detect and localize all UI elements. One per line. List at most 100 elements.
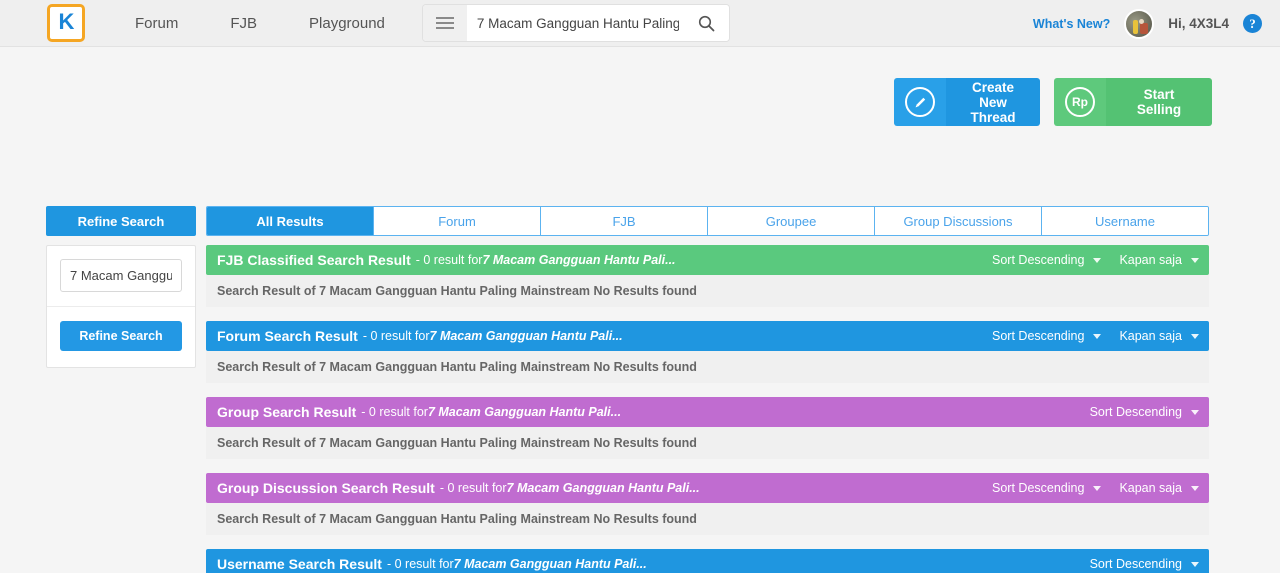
result-section: Group Search Result - 0 result for 7 Mac…	[206, 397, 1209, 459]
result-section-controls: Sort Descending	[1090, 405, 1199, 419]
result-section-query: 7 Macam Gangguan Hantu Pali...	[429, 329, 623, 343]
chevron-down-icon	[1093, 257, 1102, 263]
sort-dropdown[interactable]: Sort Descending	[1090, 405, 1199, 419]
result-section-header: Username Search Result - 0 result for 7 …	[206, 549, 1209, 573]
result-section-query: 7 Macam Gangguan Hantu Pali...	[506, 481, 700, 495]
create-new-thread-button[interactable]: Create New Thread	[894, 78, 1040, 126]
hamburger-icon[interactable]	[422, 5, 467, 41]
tab-fjb[interactable]: FJB	[541, 207, 708, 235]
result-section-header: Group Search Result - 0 result for 7 Mac…	[206, 397, 1209, 427]
tab-username[interactable]: Username	[1042, 207, 1208, 235]
refine-query-row	[47, 246, 195, 307]
result-section-header: Group Discussion Search Result - 0 resul…	[206, 473, 1209, 503]
sort-label: Sort Descending	[1089, 557, 1182, 571]
global-search	[422, 5, 729, 41]
sort-label: Sort Descending	[1089, 405, 1182, 419]
sort-dropdown[interactable]: Sort Descending	[992, 329, 1102, 343]
start-selling-button[interactable]: Rp Start Selling	[1054, 78, 1212, 126]
result-section-query: 7 Macam Gangguan Hantu Pali...	[453, 557, 647, 571]
search-icon	[699, 15, 715, 31]
time-filter-label: Kapan saja	[1119, 253, 1182, 267]
nav-item-forum-label: Forum	[135, 14, 179, 32]
chevron-down-icon	[1191, 485, 1199, 491]
result-section-title: Forum Search Result	[217, 328, 358, 344]
result-section-controls: Sort Descending Kapan saja	[992, 481, 1199, 495]
result-section-body: Search Result of 7 Macam Gangguan Hantu …	[206, 275, 1209, 307]
nav-item-fjb-label: FJB	[230, 14, 258, 32]
tab-forum[interactable]: Forum	[374, 207, 541, 235]
tab-username-label: Username	[1095, 213, 1155, 229]
start-selling-label: Start Selling	[1106, 78, 1212, 126]
top-navigation-bar: K Forum FJB Playground What's New? Hi, 4…	[0, 0, 1280, 47]
result-section-controls: Sort Descending	[1090, 557, 1199, 571]
refine-search-button[interactable]: Refine Search	[60, 321, 182, 351]
tab-all-results-label: All Results	[256, 213, 324, 229]
refine-submit-row: Refine Search	[47, 307, 195, 367]
rupiah-icon: Rp	[1065, 87, 1095, 117]
result-section-title: Group Discussion Search Result	[217, 480, 435, 496]
help-icon[interactable]: ?	[1243, 14, 1262, 33]
header-user-area: What's New? Hi, 4X3L4 ?	[1033, 0, 1262, 47]
tab-forum-label: Forum	[438, 213, 476, 229]
nav-item-playground-label: Playground	[309, 14, 385, 32]
refine-search-input[interactable]	[60, 259, 182, 292]
result-section-count: - 0 result for	[415, 253, 483, 267]
nav-item-forum[interactable]: Forum	[109, 0, 204, 47]
result-section: Group Discussion Search Result - 0 resul…	[206, 473, 1209, 535]
nav-item-fjb[interactable]: FJB	[204, 0, 283, 47]
result-section-header: Forum Search Result - 0 result for 7 Mac…	[206, 321, 1209, 351]
user-greeting[interactable]: Hi, 4X3L4	[1168, 16, 1229, 31]
time-filter-dropdown[interactable]: Kapan saja	[1119, 481, 1199, 495]
avatar[interactable]	[1124, 8, 1155, 39]
time-filter-dropdown[interactable]: Kapan saja	[1119, 329, 1199, 343]
results-tabs: All Results Forum FJB Groupee Group Disc…	[206, 206, 1209, 236]
main-nav: Forum FJB Playground	[109, 0, 411, 47]
result-section-query: 7 Macam Gangguan Hantu Pali...	[482, 253, 676, 267]
result-section-title: Group Search Result	[217, 404, 357, 420]
search-input[interactable]	[466, 5, 685, 41]
search-submit-button[interactable]	[684, 5, 729, 41]
result-section-count: - 0 result for	[386, 557, 454, 571]
chevron-down-icon	[1093, 485, 1102, 491]
result-section-title: Username Search Result	[217, 556, 382, 572]
result-section-controls: Sort Descending Kapan saja	[992, 253, 1199, 267]
result-section-count: - 0 result for	[362, 329, 430, 343]
sort-label: Sort Descending	[992, 253, 1085, 267]
logo-k-icon: K	[58, 9, 75, 34]
nav-item-playground[interactable]: Playground	[283, 0, 411, 47]
time-filter-label: Kapan saja	[1119, 481, 1182, 495]
result-section-query: 7 Macam Gangguan Hantu Pali...	[427, 405, 622, 419]
whats-new-link[interactable]: What's New?	[1033, 17, 1110, 31]
time-filter-label: Kapan saja	[1119, 329, 1182, 343]
result-section-controls: Sort Descending Kapan saja	[992, 329, 1199, 343]
tab-group-discussions[interactable]: Group Discussions	[875, 207, 1042, 235]
tab-group-discussions-label: Group Discussions	[903, 213, 1013, 229]
search-result-sections: FJB Classified Search Result - 0 result …	[206, 245, 1209, 573]
chevron-down-icon	[1191, 409, 1199, 415]
action-buttons: Create New Thread Rp Start Selling	[894, 78, 1212, 126]
result-section-count: - 0 result for	[361, 405, 428, 419]
start-selling-icon-wrap: Rp	[1054, 78, 1106, 126]
chevron-down-icon	[1191, 333, 1199, 339]
tab-all-results[interactable]: All Results	[207, 207, 374, 235]
create-new-thread-label: Create New Thread	[946, 78, 1040, 126]
tab-groupee[interactable]: Groupee	[708, 207, 875, 235]
result-section-body: Search Result of 7 Macam Gangguan Hantu …	[206, 351, 1209, 383]
result-section-count: - 0 result for	[439, 481, 507, 495]
result-section: FJB Classified Search Result - 0 result …	[206, 245, 1209, 307]
result-section-body: Search Result of 7 Macam Gangguan Hantu …	[206, 503, 1209, 535]
time-filter-dropdown[interactable]: Kapan saja	[1119, 253, 1199, 267]
chevron-down-icon	[1093, 333, 1102, 339]
create-thread-icon-wrap	[894, 78, 946, 126]
refine-search-header-button[interactable]: Refine Search	[46, 206, 196, 236]
result-section: Forum Search Result - 0 result for 7 Mac…	[206, 321, 1209, 383]
sort-label: Sort Descending	[992, 329, 1085, 343]
sort-dropdown[interactable]: Sort Descending	[992, 253, 1102, 267]
sort-dropdown[interactable]: Sort Descending	[992, 481, 1102, 495]
chevron-down-icon	[1191, 561, 1199, 567]
sort-dropdown[interactable]: Sort Descending	[1090, 557, 1199, 571]
tab-groupee-label: Groupee	[765, 213, 817, 229]
site-logo[interactable]: K	[47, 4, 85, 42]
refine-search-panel: Refine Search	[46, 245, 196, 368]
tab-fjb-label: FJB	[612, 213, 636, 229]
